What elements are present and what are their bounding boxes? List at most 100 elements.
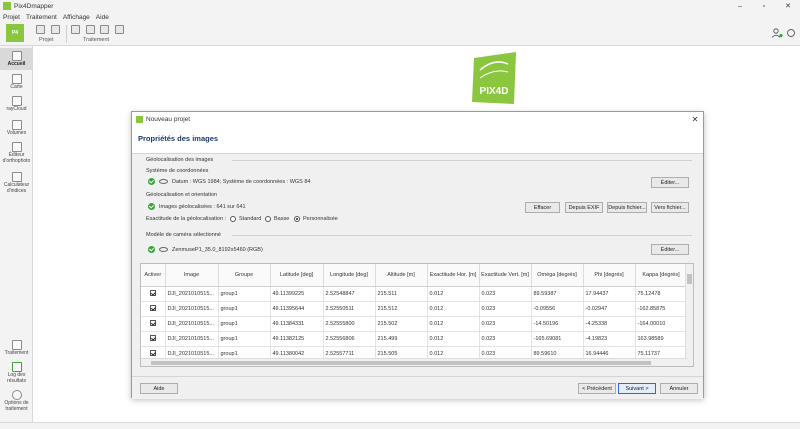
menu-affichage[interactable]: Affichage [63,14,90,21]
sidebar-item-log[interactable]: Log des résultats [0,360,33,388]
title-bar: Pix4Dmapper – ▫ ✕ [0,0,800,12]
dialog-title: Nouveau projet [146,115,191,123]
table-cell: -14.50196 [531,316,584,332]
enable-cell[interactable] [141,316,166,332]
accuracy-standard-radio[interactable] [230,216,236,222]
minimize-icon[interactable]: – [728,0,752,12]
enable-checkbox[interactable] [149,305,156,312]
table-row[interactable]: DJI_2021010515... group1 49.11399225 2.5… [141,286,688,302]
col-header[interactable]: Activer [141,264,166,287]
gear-icon [11,390,22,400]
run-tool-icon[interactable] [86,25,95,34]
accuracy-low-label: Basse [274,216,290,222]
toolbar: P4 Projet Traitement [0,22,800,46]
coord-edit-button[interactable]: Éditer... [651,177,689,188]
table-cell: -4.25338 [583,316,636,332]
sidebar-item-label: Options de traitement [4,400,29,412]
table-cell: 0.023 [479,301,532,317]
col-header[interactable]: Kappa [degrés] [635,264,688,287]
table-cell: group1 [218,286,271,302]
sidebar-item-volumes[interactable]: Volumes [0,118,33,138]
enable-cell[interactable] [141,331,166,347]
close-icon[interactable]: ✕ [776,0,800,12]
settings-gear-icon[interactable] [787,29,795,37]
from-exif-button[interactable]: Depuis EXIF [565,202,603,213]
help-button[interactable]: Aide [140,383,178,394]
accuracy-custom-radio[interactable] [294,216,300,222]
enable-checkbox[interactable] [149,320,156,327]
table-cell: 0.023 [479,331,532,347]
table-cell: group1 [218,316,271,332]
table-row[interactable]: DJI_2021010515... group1 49.11395644 2.5… [141,301,688,317]
open-project-icon[interactable] [51,25,60,34]
sidebar-item-raycloud[interactable]: rayCloud [0,94,33,114]
col-header[interactable]: Exactitude Hor. [m] [427,264,480,287]
geolocated-images-count: Images géolocalisées : 641 sur 641 [159,204,246,210]
table-vertical-scrollbar[interactable] [685,264,693,366]
previous-button[interactable]: < Précédent [578,383,616,394]
next-button[interactable]: Suivant > [618,383,656,394]
sidebar-item-label: Traitement [4,350,29,356]
clear-button[interactable]: Effacer [525,202,560,213]
log-icon [11,362,22,372]
col-header[interactable]: Phi [degrés] [583,264,636,287]
sidebar-item-label: Calculateur d'indices [3,182,30,194]
cancel-button[interactable]: Annuler [660,383,698,394]
sidebar-item-indices[interactable]: Calculateur d'indices [0,170,33,198]
col-header[interactable]: Latitude [deg] [270,264,324,287]
enable-cell[interactable] [141,301,166,317]
col-header[interactable]: Longitude [deg] [323,264,376,287]
accuracy-low-radio[interactable] [265,216,271,222]
table-cell: 49.11395644 [270,301,324,317]
from-file-button[interactable]: Depuis fichier... [607,202,647,213]
col-header[interactable]: Oméga [degrés] [531,264,584,287]
index-calculator-icon [11,172,22,182]
scrollbar-thumb[interactable] [151,361,651,365]
maximize-icon[interactable]: ▫ [752,0,776,12]
table-cell: 215.511 [375,286,428,302]
images-grid: Activer Image Groupe Latitude [deg] Long… [141,264,688,362]
ortho-editor-icon [11,142,22,152]
app-icon [3,2,11,10]
to-file-button[interactable]: Vers fichier... [651,202,689,213]
enable-checkbox[interactable] [149,350,156,357]
table-horizontal-scrollbar[interactable] [141,358,687,366]
table-cell: 2.52550511 [323,301,376,317]
table-row[interactable]: DJI_2021010515... group1 49.11382125 2.5… [141,331,688,347]
col-header[interactable]: Exactitude Vert. [m] [479,264,532,287]
table-cell: group1 [218,301,271,317]
sidebar-item-carte[interactable]: Carte [0,72,33,92]
enable-checkbox[interactable] [149,335,156,342]
table-row[interactable]: DJI_2021010515... group1 49.11384331 2.5… [141,316,688,332]
col-header[interactable]: Image [165,264,219,287]
col-header[interactable]: Groupe [218,264,271,287]
sidebar-item-accueil[interactable]: Accueil [0,48,33,70]
menu-traitement[interactable]: Traitement [26,14,57,21]
sidebar-item-label: Log des résultats [7,372,26,384]
enable-checkbox[interactable] [149,290,156,297]
sidebar-item-traitement[interactable]: Traitement [0,338,33,358]
table-cell: group1 [218,331,271,347]
camera-edit-button[interactable]: Éditer... [651,244,689,255]
sidebar-item-options[interactable]: Options de traitement [0,388,33,418]
menu-aide[interactable]: Aide [96,14,109,21]
dialog-footer: Aide < Précédent Suivant > Annuler [132,376,703,399]
col-header[interactable]: Altitude [m] [375,264,428,287]
scrollbar-thumb[interactable] [687,274,692,284]
options-tool-icon[interactable] [100,25,109,34]
accuracy-label: Exactitude de la géolocalisation : [146,216,227,222]
processing-tool-icon[interactable] [71,25,80,34]
sidebar-item-orthophoto[interactable]: Éditeur d'orthophoto [0,140,33,168]
table-cell: 2.52548847 [323,286,376,302]
images-table: Activer Image Groupe Latitude [deg] Long… [140,263,694,367]
new-project-icon[interactable] [36,25,45,34]
user-icon[interactable] [771,28,783,38]
menu-projet[interactable]: Projet [3,14,20,21]
eye-icon [159,247,168,252]
export-tool-icon[interactable] [115,25,124,34]
dialog-heading: Propriétés des images [138,134,219,143]
new-project-dialog: Nouveau projet ✕ Propriétés des images G… [131,111,704,399]
coord-system-value: Datum : WGS 1984; Système de coordonnées… [172,179,311,185]
dialog-close-icon[interactable]: ✕ [687,115,703,124]
enable-cell[interactable] [141,286,166,302]
